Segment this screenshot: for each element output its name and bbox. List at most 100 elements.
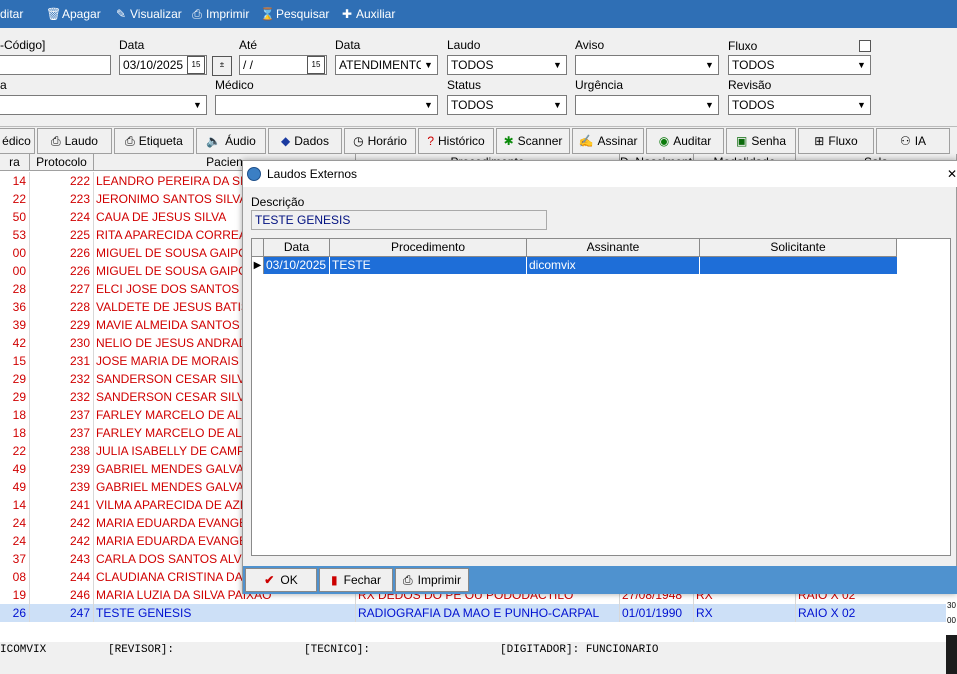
audio-button[interactable]: 🔈 Áudio (196, 128, 266, 154)
auditar-button[interactable]: ◉ Auditar (646, 128, 724, 154)
medico-label: Médico (215, 78, 254, 92)
laudo-select[interactable]: TODOS ▼ (447, 55, 567, 75)
col-header-protocolo[interactable]: Protocolo (30, 154, 94, 171)
laudos-grid: Data Procedimento Assinante Solicitante … (251, 238, 951, 556)
printer-icon: ⎙ (51, 134, 61, 148)
toolbar-pesquisar[interactable]: ⌛Pesquisar (260, 0, 329, 28)
medico-button[interactable]: édico (0, 128, 35, 154)
grid-cell: 226 (30, 244, 94, 262)
filter-panel: -Código] Data 03/10/2025 15 ± Até / /15 D… (0, 28, 957, 126)
toolbar-visualizar[interactable]: ✎ Visualizar (114, 0, 182, 28)
grid-cell: 15 (0, 352, 30, 370)
chevron-down-icon: ▼ (421, 57, 436, 73)
grid-cell: 24 (0, 514, 30, 532)
grid-cell: 231 (30, 352, 94, 370)
grid-cell: 29 (0, 370, 30, 388)
fechar-button[interactable]: ▮ Fechar (319, 568, 393, 592)
grid-cell: RAIO X 02 (796, 604, 957, 622)
data-type-select[interactable]: ATENDIMENTO ▼ (335, 55, 438, 75)
grid-cell: 244 (30, 568, 94, 586)
chevron-down-icon: ▼ (421, 97, 436, 113)
grid-cell: 239 (30, 478, 94, 496)
grid-cell: 22 (0, 190, 30, 208)
chevron-down-icon: ▼ (854, 57, 869, 73)
table-row[interactable]: 26 247 TESTE GENESIS RADIOGRAFIA DA MAO E P… (0, 604, 957, 622)
scanner-button[interactable]: ✱ Scanner (496, 128, 570, 154)
ate-input[interactable]: / /15 (239, 55, 327, 75)
status-select[interactable]: TODOS ▼ (447, 95, 567, 115)
aviso-select[interactable]: ▼ (575, 55, 719, 75)
printer-icon: ⎙ (192, 7, 202, 21)
col-header-assinante[interactable]: Assinante (527, 239, 700, 257)
status-bar: ICOMVIX [REVISOR]: [TECNICO]: [DIGITADOR… (0, 642, 957, 674)
chevron-down-icon: ▼ (854, 97, 869, 113)
col-header-procedimento[interactable]: Procedimento (330, 239, 527, 257)
grid-cell: 01/01/1990 (620, 604, 694, 622)
grid-cell: 228 (30, 298, 94, 316)
urgencia-select[interactable]: ▼ (575, 95, 719, 115)
dialog-titlebar: Laudos Externos ✕ (243, 161, 957, 187)
app-icon (247, 167, 261, 181)
dados-button[interactable]: ◆ Dados (268, 128, 342, 154)
fluxo-checkbox[interactable] (859, 40, 871, 52)
flow-icon: ⊞ (814, 134, 825, 148)
assinar-button[interactable]: ✍ Assinar (572, 128, 644, 154)
calendar-icon[interactable]: 15 (307, 56, 325, 74)
fluxo-button[interactable]: ⊞ Fluxo (798, 128, 874, 154)
col-header-hora[interactable]: ra (0, 154, 30, 171)
close-icon[interactable]: ✕ (947, 161, 957, 187)
descricao-input[interactable]: TESTE GENESIS (251, 210, 547, 230)
grid-cell: 08 (0, 568, 30, 586)
toolbar-apagar[interactable]: 🗑Apagar (46, 0, 101, 28)
revisao-select[interactable]: TODOS ▼ (728, 95, 871, 115)
toolbar-imprimir[interactable]: ⎙ Imprimir (190, 0, 249, 28)
ok-button[interactable]: ✔ OK (245, 568, 317, 592)
historico-button[interactable]: ? Histórico (418, 128, 494, 154)
a-select[interactable]: ▼ (0, 95, 207, 115)
ai-icon: ⚇ (899, 134, 911, 148)
grid-cell: 49 (0, 478, 30, 496)
add-date-icon[interactable]: ± (212, 56, 232, 76)
chevron-down-icon: ▼ (550, 57, 565, 73)
printer-icon: ⎙ (403, 573, 413, 587)
table-row[interactable]: 03/10/2025 TESTE dicomvix (264, 257, 897, 274)
descricao-label: Descrição (251, 195, 305, 209)
laudos-externos-dialog: Laudos Externos ✕ Descrição TESTE GENESI… (242, 160, 957, 594)
grid-cell: 26 (0, 604, 30, 622)
etiqueta-button[interactable]: ⎙ Etiqueta (114, 128, 194, 154)
grid-cell: 14 (0, 496, 30, 514)
imprimir-button[interactable]: ⎙ Imprimir (395, 568, 469, 592)
grid-cell: 24 (0, 532, 30, 550)
medico-select[interactable]: ▼ (215, 95, 438, 115)
grid-cell: 224 (30, 208, 94, 226)
revisao-label: Revisão (728, 78, 772, 92)
top-toolbar: ditar 🗑Apagar ✎ Visualizar ⎙ Imprimir ⌛Pes… (0, 0, 957, 28)
grid-cell: 227 (30, 280, 94, 298)
grid-cell: 18 (0, 424, 30, 442)
col-header-data[interactable]: Data (264, 239, 330, 257)
senha-button[interactable]: ▣ Senha (726, 128, 796, 154)
monitor-icon: ▣ (735, 134, 748, 148)
dialog-button-bar: ✔ OK ▮ Fechar ⎙ Imprimir (243, 566, 957, 594)
speaker-icon: 🔈 (206, 134, 222, 148)
grid-cell: 22 (0, 442, 30, 460)
laudo-button[interactable]: ⎙ Laudo (37, 128, 112, 154)
ia-button[interactable]: ⚇ IA (876, 128, 950, 154)
grid-cell: RADIOGRAFIA DA MAO E PUNHO-CARPAL (356, 604, 620, 622)
calendar-icon[interactable]: 15 (187, 56, 205, 74)
grid-cell: 232 (30, 370, 94, 388)
horario-button[interactable]: ◷ Horário (344, 128, 416, 154)
toolbar-auxiliar[interactable]: ✚ Auxiliar (340, 0, 395, 28)
scanner-icon: ✱ (503, 134, 514, 148)
grid-cell: 230 (30, 334, 94, 352)
codigo-input[interactable] (0, 55, 111, 75)
grid-cell: 222 (30, 172, 94, 190)
grid-cell: 246 (30, 586, 94, 604)
grid-cell: 49 (0, 460, 30, 478)
data-input[interactable]: 03/10/2025 15 (119, 55, 207, 75)
grid-cell: 237 (30, 424, 94, 442)
toolbar-editar[interactable]: ditar (0, 0, 23, 28)
fluxo-select[interactable]: TODOS ▼ (728, 55, 871, 75)
col-header-solicitante[interactable]: Solicitante (700, 239, 897, 257)
tag-icon: ◆ (281, 134, 291, 148)
